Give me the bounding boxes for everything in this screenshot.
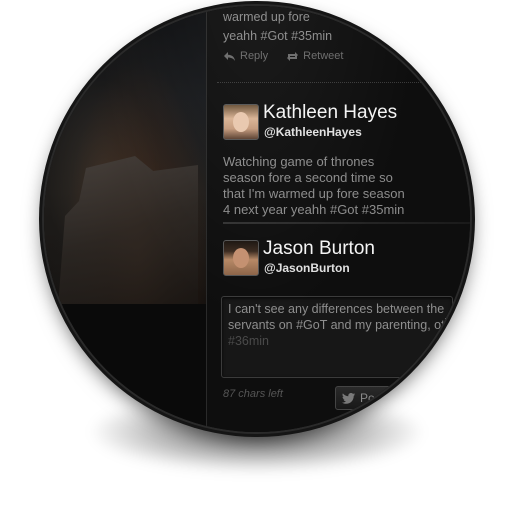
tweet-author-name: Kathleen Hayes xyxy=(263,102,398,123)
composer-name: Jason Burton xyxy=(263,238,375,259)
tweet-input[interactable]: I can't see any differences between the … xyxy=(221,296,453,378)
reply-button[interactable]: Reply xyxy=(223,50,268,62)
avatar[interactable] xyxy=(223,104,259,140)
composer-handle: @JasonBurton xyxy=(264,261,350,275)
text-caret xyxy=(444,318,446,331)
tweet-input-text: I can't see any differences between the … xyxy=(228,302,445,332)
user-avatar xyxy=(223,240,259,276)
previous-tweet-line-2: yeahh #Got #35min xyxy=(223,29,333,43)
chars-left-counter: 87 chars left xyxy=(223,388,283,400)
video-scene-rock xyxy=(58,156,198,306)
previous-tweet: warmed up fore yeahh #Got #35min xyxy=(223,6,463,44)
video-letterbox xyxy=(44,304,206,432)
retweet-label: Retweet xyxy=(303,50,344,62)
post-button-label: Pos xyxy=(360,391,381,405)
tweet-text: Watching game of thrones season fore a s… xyxy=(223,154,405,217)
tweet-actions: Reply Retweet xyxy=(223,50,343,62)
video-frame xyxy=(44,6,206,316)
section-separator xyxy=(223,222,470,224)
favorite-icon[interactable]: ★ xyxy=(413,50,424,64)
tweet-author-handle[interactable]: @KathleenHayes xyxy=(264,125,362,139)
reply-label: Reply xyxy=(240,50,269,62)
divider xyxy=(217,82,470,83)
magnifier-lens: warmed up fore yeahh #Got #35min Reply R… xyxy=(44,6,470,432)
twitter-sidebar: warmed up fore yeahh #Got #35min Reply R… xyxy=(206,6,470,432)
previous-tweet-line-1: warmed up fore xyxy=(223,10,310,24)
post-button[interactable]: Pos xyxy=(335,386,405,410)
retweet-icon xyxy=(287,51,299,61)
twitter-bird-icon xyxy=(342,392,355,404)
reply-icon xyxy=(224,51,235,61)
retweet-button[interactable]: Retweet xyxy=(286,50,343,62)
tweet-input-suggestion: #36min xyxy=(228,334,269,348)
